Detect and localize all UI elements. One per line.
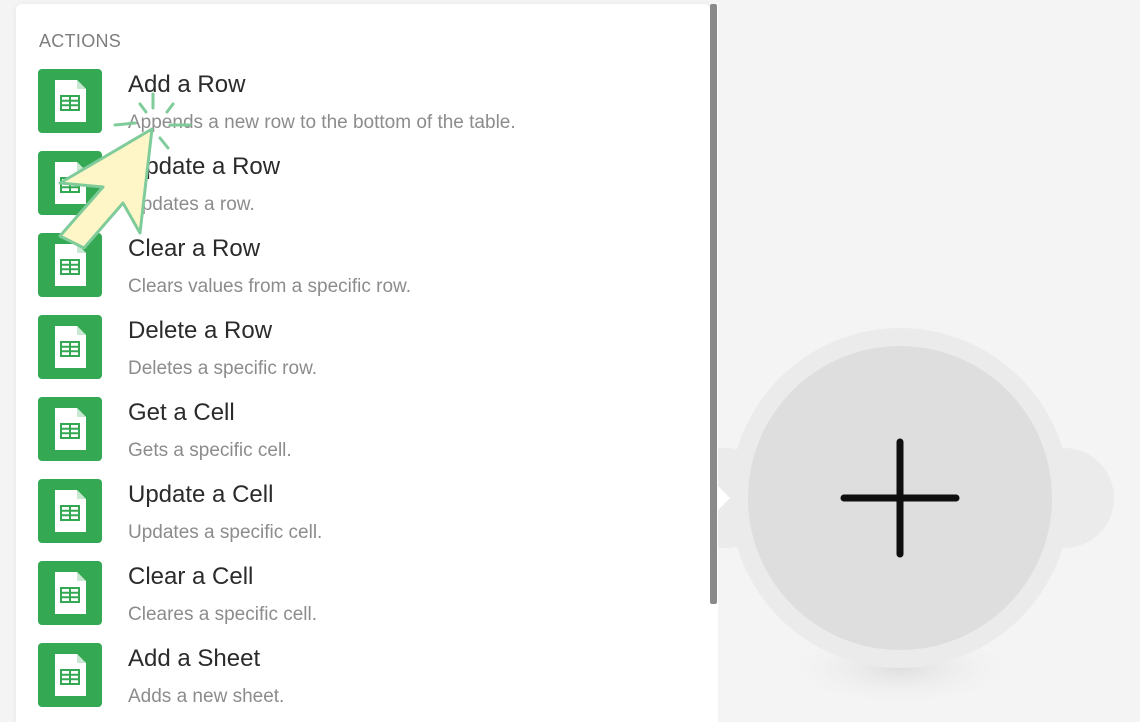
action-item-clear-a-cell[interactable]: Clear a Cell Cleares a specific cell.	[38, 561, 678, 631]
action-description: Appends a new row to the bottom of the t…	[128, 112, 516, 133]
add-module-node	[676, 328, 1114, 708]
action-title: Delete a Row	[128, 317, 273, 344]
action-title: Add a Row	[128, 71, 246, 98]
action-description: Updates a specific cell.	[128, 522, 323, 543]
sheets-icon	[38, 315, 102, 379]
action-description: Gets a specific cell.	[128, 440, 292, 461]
action-description: Updates a row.	[128, 194, 255, 215]
action-description: Cleares a specific cell.	[128, 604, 318, 625]
action-item-update-a-cell[interactable]: Update a Cell Updates a specific cell.	[38, 479, 678, 549]
action-description: Deletes a specific row.	[128, 358, 318, 379]
action-title: Clear a Cell	[128, 563, 254, 590]
sheets-icon	[38, 561, 102, 625]
action-item-update-a-row[interactable]: Update a Row Updates a row.	[38, 151, 678, 221]
action-title: Update a Row	[128, 153, 281, 180]
action-item-delete-a-row[interactable]: Delete a Row Deletes a specific row.	[38, 315, 678, 385]
action-title: Clear a Row	[128, 235, 261, 262]
action-description: Clears values from a specific row.	[128, 276, 411, 297]
sheets-icon	[38, 151, 102, 215]
scenario-canvas[interactable]	[676, 0, 1140, 722]
action-title: Add a Sheet	[128, 645, 261, 672]
scrollbar-thumb[interactable]	[710, 4, 717, 604]
action-item-add-a-sheet[interactable]: Add a Sheet Adds a new sheet.	[38, 643, 678, 713]
sheets-icon	[38, 397, 102, 461]
sheets-icon	[38, 643, 102, 707]
action-item-add-a-row[interactable]: Add a Row Appends a new row to the botto…	[38, 69, 678, 139]
action-title: Update a Cell	[128, 481, 274, 508]
sheets-icon	[38, 479, 102, 543]
sheets-icon	[38, 233, 102, 297]
plus-icon[interactable]	[840, 438, 960, 558]
action-item-get-a-cell[interactable]: Get a Cell Gets a specific cell.	[38, 397, 678, 467]
section-title: ACTIONS	[39, 31, 122, 51]
action-description: Adds a new sheet.	[128, 686, 285, 707]
action-title: Get a Cell	[128, 399, 235, 426]
app-stage: ACTIONS Add a Row Appends a new row to t…	[0, 0, 1140, 722]
action-item-clear-a-row[interactable]: Clear a Row Clears values from a specifi…	[38, 233, 678, 303]
sheets-icon	[38, 69, 102, 133]
